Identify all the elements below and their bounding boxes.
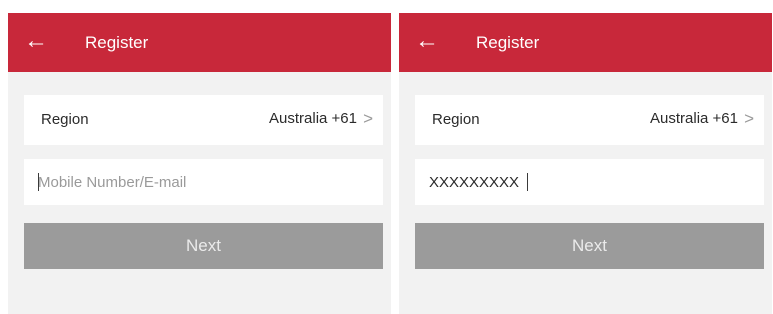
region-label: Region — [432, 111, 480, 128]
region-selector[interactable]: Region Australia +61 > — [24, 95, 383, 145]
region-value: Australia +61 — [269, 110, 357, 127]
region-selector[interactable]: Region Australia +61 > — [415, 95, 764, 145]
mobile-email-input[interactable] — [429, 159, 729, 205]
mobile-email-input[interactable] — [38, 159, 338, 205]
app-bar: ← Register — [8, 13, 391, 72]
register-screen-filled: ← Register Region Australia +61 > Next — [399, 13, 772, 314]
next-button[interactable]: Next — [24, 223, 383, 269]
region-value: Australia +61 — [650, 110, 738, 127]
app-bar: ← Register — [399, 13, 772, 72]
register-screen-empty: ← Register Region Australia +61 > Next — [8, 13, 391, 314]
next-button[interactable]: Next — [415, 223, 764, 269]
chevron-right-icon: > — [744, 109, 754, 128]
account-field-row — [415, 159, 764, 205]
page-title: Register — [85, 33, 149, 52]
page-title: Register — [476, 33, 540, 52]
region-label: Region — [41, 111, 89, 128]
arrow-left-icon[interactable]: ← — [413, 27, 441, 55]
text-cursor — [527, 173, 528, 191]
arrow-left-icon[interactable]: ← — [22, 27, 50, 55]
text-cursor — [38, 173, 39, 191]
chevron-right-icon: > — [363, 109, 373, 128]
account-field-row — [24, 159, 383, 205]
